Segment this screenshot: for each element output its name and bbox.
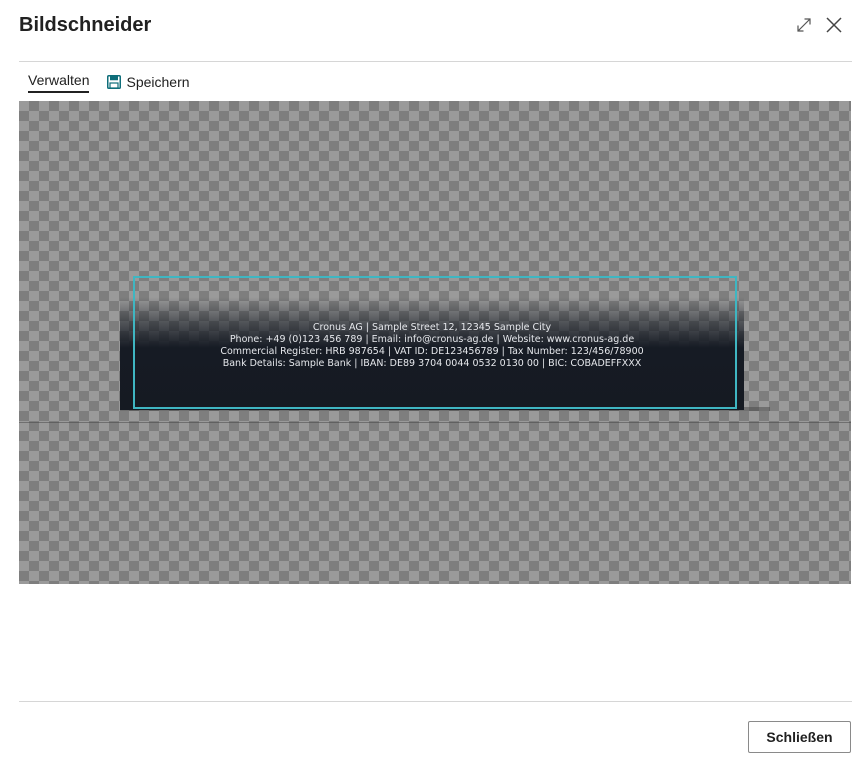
action-bar: Verwalten Speichern [19, 70, 190, 94]
tab-manage[interactable]: Verwalten [28, 72, 90, 93]
expand-button[interactable] [793, 14, 815, 36]
canvas-baseline [19, 422, 851, 423]
close-dialog-button[interactable] [823, 14, 845, 36]
close-icon [826, 17, 842, 33]
dialog-title: Bildschneider [19, 14, 152, 36]
save-label: Speichern [126, 74, 190, 90]
crop-selection-frame[interactable] [133, 276, 737, 409]
image-cropper-dialog: Bildschneider Verwalten Speichern Cronus… [0, 0, 865, 767]
footer-divider [19, 701, 852, 702]
floppy-disk-icon [107, 75, 122, 89]
crop-canvas[interactable]: Cronus AG | Sample Street 12, 12345 Samp… [19, 101, 851, 584]
close-button[interactable]: Schließen [748, 721, 851, 753]
save-button[interactable]: Speichern [107, 74, 190, 90]
expand-icon [797, 18, 811, 32]
header-divider [19, 61, 852, 62]
